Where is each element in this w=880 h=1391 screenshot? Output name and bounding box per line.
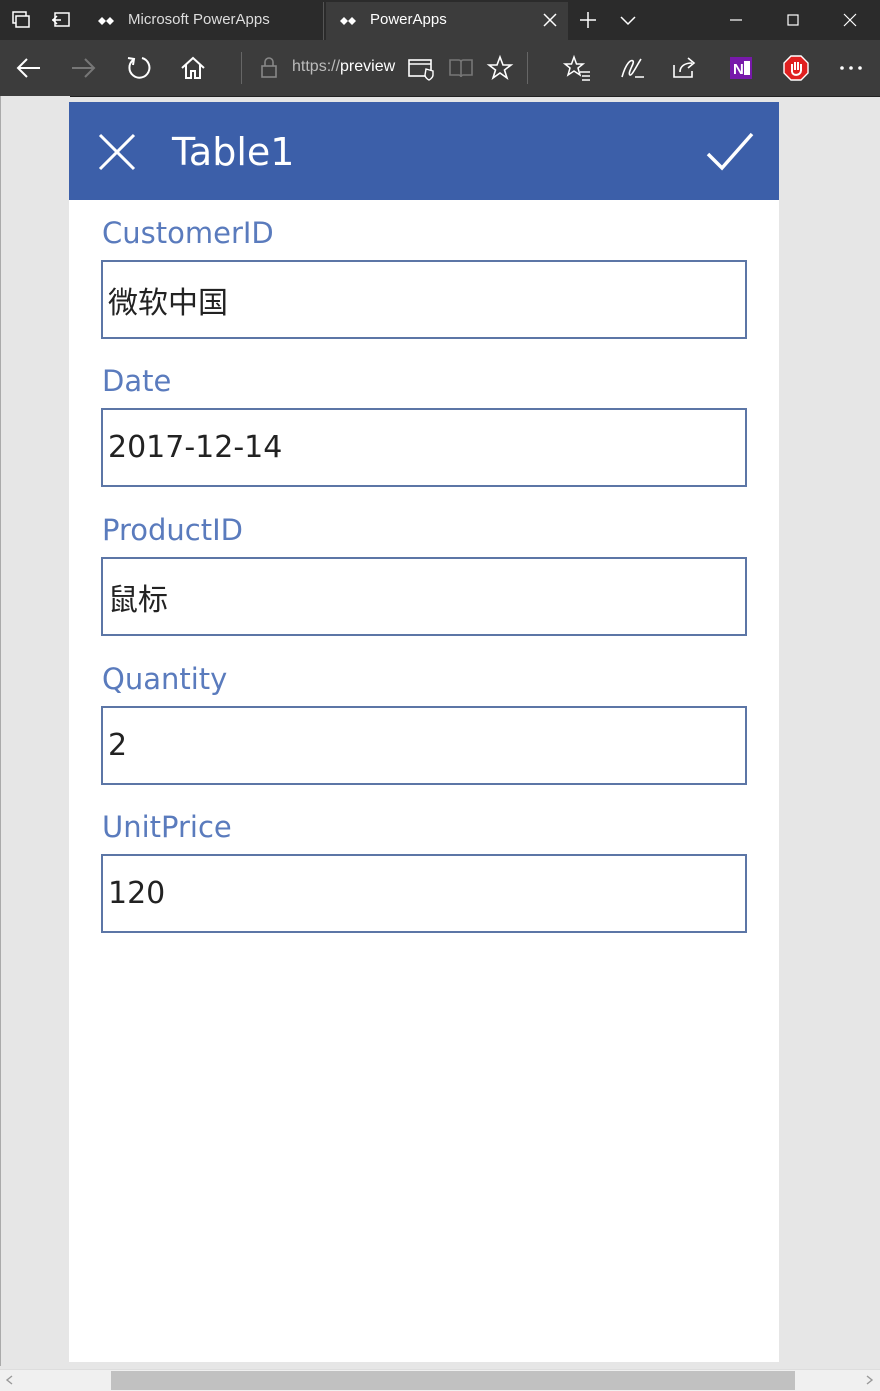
powerapps-edit-form-screen: Table1 CustomerID Date ProductID Quantit… — [69, 102, 779, 1362]
window-close-icon[interactable] — [838, 8, 862, 32]
page-title: Table1 — [172, 130, 295, 174]
onenote-clipper-icon[interactable]: N — [726, 53, 756, 83]
divider — [527, 52, 528, 84]
browser-tab-bar: Microsoft PowerApps PowerApps — [0, 0, 880, 40]
web-note-pen-icon[interactable] — [617, 53, 647, 83]
tab-powerapps[interactable]: PowerApps — [326, 2, 568, 40]
url-scheme: https:// — [292, 58, 341, 75]
tab-title: PowerApps — [370, 11, 447, 28]
tab-microsoft-powerapps[interactable]: Microsoft PowerApps — [84, 2, 324, 40]
quantity-label: Quantity — [102, 662, 228, 696]
maximize-icon[interactable] — [781, 8, 805, 32]
tab-title: Microsoft PowerApps — [128, 11, 270, 28]
favorites-hub-icon[interactable] — [562, 53, 592, 83]
browser-nav-bar: https://preview N — [0, 40, 880, 97]
scroll-right-arrow-icon[interactable] — [863, 1374, 875, 1386]
customerid-label: CustomerID — [102, 216, 274, 250]
url-host: preview — [340, 58, 396, 75]
reading-view-icon[interactable] — [446, 53, 476, 83]
submit-check-icon[interactable] — [705, 130, 755, 174]
share-icon[interactable] — [670, 53, 700, 83]
scroll-left-arrow-icon[interactable] — [4, 1374, 16, 1386]
lock-icon[interactable] — [254, 53, 284, 83]
divider — [241, 52, 242, 84]
productid-input[interactable] — [101, 557, 747, 636]
home-icon[interactable] — [178, 53, 208, 83]
tracking-shield-icon[interactable] — [406, 53, 436, 83]
quantity-input[interactable] — [101, 706, 747, 785]
tab-preview-icon[interactable] — [10, 9, 32, 31]
form-header: Table1 — [69, 102, 779, 200]
horizontal-scrollbar[interactable] — [0, 1369, 880, 1391]
customerid-input[interactable] — [101, 260, 747, 339]
page-gutter-left — [0, 96, 70, 1366]
adblock-icon[interactable] — [781, 53, 811, 83]
favorite-star-icon[interactable] — [485, 53, 515, 83]
cancel-x-icon[interactable] — [97, 132, 137, 172]
unitprice-input[interactable] — [101, 854, 747, 933]
svg-text:N: N — [733, 61, 744, 78]
close-tab-icon[interactable] — [542, 12, 558, 28]
new-tab-icon[interactable] — [577, 9, 599, 31]
back-arrow-icon[interactable] — [14, 53, 44, 83]
minimize-icon[interactable] — [724, 8, 748, 32]
productid-label: ProductID — [102, 513, 243, 547]
forward-arrow-icon[interactable] — [68, 53, 98, 83]
set-tabs-aside-icon[interactable] — [50, 9, 72, 31]
powerapps-logo-icon — [340, 17, 356, 25]
powerapps-logo-icon — [98, 17, 114, 25]
date-input[interactable] — [101, 408, 747, 487]
unitprice-label: UnitPrice — [102, 810, 232, 844]
date-label: Date — [102, 364, 172, 398]
address-bar[interactable]: https://preview — [292, 58, 398, 78]
refresh-icon[interactable] — [124, 53, 154, 83]
scrollbar-thumb[interactable] — [111, 1371, 795, 1390]
tab-list-chevron-icon[interactable] — [617, 9, 639, 31]
more-options-icon[interactable] — [836, 53, 866, 83]
